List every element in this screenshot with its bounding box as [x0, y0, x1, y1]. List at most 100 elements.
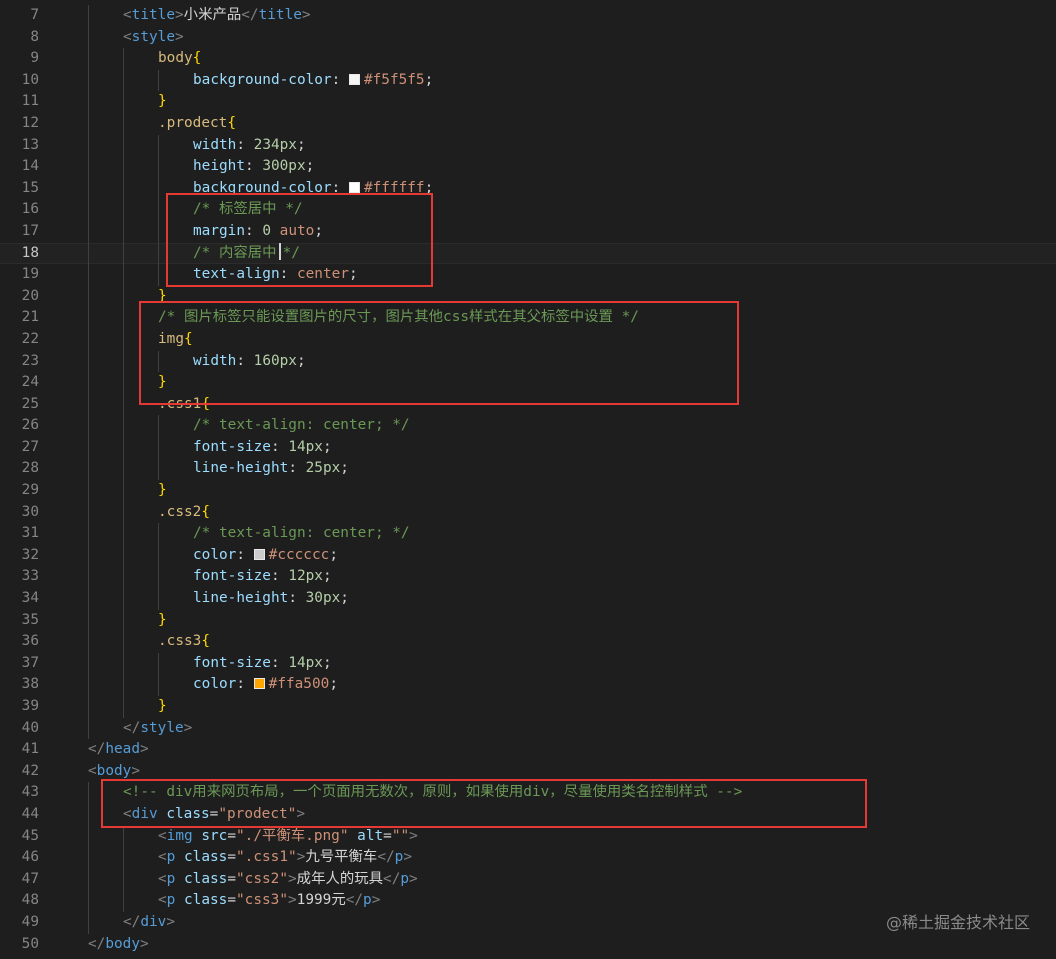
code-token: {: [192, 50, 202, 67]
code-line[interactable]: 23 width: 160px;: [0, 350, 1056, 373]
code-line[interactable]: 21 /* 图片标签只能设置图片的尺寸，图片其他css样式在其父标签中设置 */: [0, 307, 1056, 329]
line-number: 16: [21, 201, 39, 218]
code-line[interactable]: 12 .prodect{: [0, 112, 1056, 135]
code-line[interactable]: 41 </head>: [0, 739, 1056, 761]
line-number: 19: [21, 266, 39, 283]
code-line[interactable]: 25 .css1{: [0, 393, 1056, 416]
code-line[interactable]: 20}: [0, 285, 1056, 308]
code-line[interactable]: 17 margin: 0 auto;: [0, 220, 1056, 243]
code-line[interactable]: 31 /* text-align: center; */: [0, 523, 1056, 545]
indent-guide: [88, 588, 89, 610]
code-line[interactable]: 45 <img src="./平衡车.png" alt="">: [0, 825, 1056, 848]
code-text: margin: 0 auto;: [193, 221, 323, 243]
indent-guide: [123, 350, 124, 373]
indent-guide: [88, 393, 89, 416]
line-number: 7: [30, 7, 39, 23]
code-token: :: [279, 266, 297, 283]
code-token: 14px: [288, 438, 323, 455]
color-swatch-icon[interactable]: [348, 73, 360, 85]
code-token: >: [288, 892, 297, 909]
code-line[interactable]: 18 /* 内容居中 */: [0, 242, 1056, 265]
code-line[interactable]: 30 .css2{: [0, 501, 1056, 524]
code-line[interactable]: 27 font-size: 14px;: [0, 436, 1056, 459]
indent-guide: [158, 69, 159, 92]
code-token: 30px: [305, 590, 341, 607]
indent-guide: [88, 350, 89, 373]
code-token: <: [158, 870, 167, 887]
indent-guide: [88, 112, 89, 135]
code-line[interactable]: 14 height: 300px;: [0, 156, 1056, 178]
code-token: "css3": [236, 892, 288, 909]
code-token: "css2": [236, 870, 288, 887]
code-line[interactable]: 7 <title>小米产品</title>: [0, 5, 1056, 27]
code-token: >: [403, 849, 412, 866]
code-token: {: [201, 395, 210, 412]
code-line[interactable]: 33 font-size: 12px;: [0, 566, 1056, 589]
code-token: class: [184, 892, 228, 909]
code-token: ;: [322, 568, 332, 585]
code-line[interactable]: 28 line-height: 25px;: [0, 458, 1056, 481]
code-token: background-color: [193, 71, 332, 88]
code-line[interactable]: 24}: [0, 372, 1056, 394]
code-line[interactable]: 39}: [0, 696, 1056, 718]
code-line[interactable]: 29}: [0, 480, 1056, 502]
code-token: ;: [348, 266, 358, 283]
code-line[interactable]: 47 <p class="css2">成年人的玩具</p>: [0, 868, 1056, 891]
code-token: {: [201, 633, 210, 650]
code-line[interactable]: 50 </body>: [0, 934, 1056, 956]
code-token: class: [184, 870, 228, 887]
indent-guide: [123, 847, 124, 869]
code-token: 12px: [288, 568, 323, 585]
code-line[interactable]: 8 <style>: [0, 26, 1056, 49]
code-line[interactable]: 10 background-color: #f5f5f5;: [0, 69, 1056, 92]
color-swatch-icon[interactable]: [253, 678, 265, 690]
code-token: 160px: [253, 352, 297, 369]
code-line[interactable]: 44 <div class="prodect">: [0, 803, 1056, 826]
code-text: /* 标签居中 */: [193, 199, 303, 221]
code-line[interactable]: 38 color: #ffa500;: [0, 674, 1056, 696]
color-swatch-icon[interactable]: [253, 548, 265, 560]
code-line[interactable]: 37 font-size: 14px;: [0, 652, 1056, 675]
code-token: class: [184, 849, 228, 866]
code-line[interactable]: 9 body{: [0, 48, 1056, 70]
code-line[interactable]: 34 line-height: 30px;: [0, 588, 1056, 610]
code-token: >: [166, 913, 175, 930]
code-line[interactable]: 15 background-color: #ffffff;: [0, 177, 1056, 200]
code-line[interactable]: 26 /* text-align: center; */: [0, 415, 1056, 437]
code-token: </: [383, 870, 401, 887]
code-text: <!-- div用来网页布局，一个页面用无数次，原则，如果使用div，尽量使用类…: [123, 782, 742, 804]
code-text: }: [158, 286, 167, 308]
indent-guide: [158, 523, 159, 545]
indent-guide: [123, 112, 124, 135]
indent-guide: [123, 523, 124, 545]
color-swatch-icon[interactable]: [348, 181, 360, 193]
code-token: :: [270, 438, 289, 455]
code-lines[interactable]: 7 <title>小米产品</title> 8 <style> 9 body{10 back…: [0, 5, 1056, 955]
code-line[interactable]: 32 color: #cccccc;: [0, 544, 1056, 567]
indent-guide: [88, 782, 89, 804]
code-line[interactable]: 40 </style>: [0, 717, 1056, 740]
code-line[interactable]: 22 img{: [0, 328, 1056, 351]
code-token: {: [184, 330, 193, 347]
code-line[interactable]: 13 width: 234px;: [0, 134, 1056, 157]
code-line[interactable]: 11}: [0, 91, 1056, 113]
code-editor[interactable]: 7 <title>小米产品</title> 8 <style> 9 body{10 back…: [0, 0, 1056, 959]
code-token: {: [201, 503, 210, 520]
code-line[interactable]: 36 .css3{: [0, 631, 1056, 653]
code-token: }: [158, 611, 167, 628]
code-line[interactable]: 42 <body>: [0, 761, 1056, 783]
code-token: .prodect: [158, 114, 228, 131]
code-line[interactable]: 43 <!-- div用来网页布局，一个页面用无数次，原则，如果使用div，尽量使…: [0, 782, 1056, 804]
indent-guide: [88, 69, 89, 92]
code-line[interactable]: 35}: [0, 609, 1056, 632]
code-line[interactable]: 16 /* 标签居中 */: [0, 199, 1056, 221]
line-number: 21: [21, 309, 39, 326]
code-token: >: [288, 870, 297, 887]
code-text: img{: [158, 329, 193, 351]
code-line[interactable]: 19 text-align: center;: [0, 264, 1056, 286]
code-token: ".css1": [236, 849, 297, 866]
code-line[interactable]: 46 <p class=".css1">九号平衡车</p>: [0, 847, 1056, 869]
